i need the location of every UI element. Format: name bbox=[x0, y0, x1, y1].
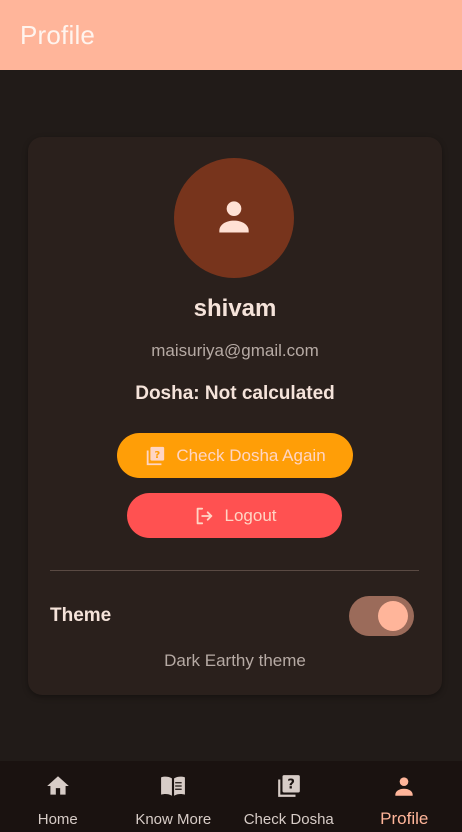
theme-name: Dark Earthy theme bbox=[164, 651, 306, 670]
logout-button[interactable]: Logout bbox=[127, 493, 342, 538]
home-icon bbox=[45, 773, 71, 804]
profile-card: shivam maisuriya@gmail.com Dosha: Not ca… bbox=[28, 137, 442, 695]
user-name: shivam bbox=[193, 295, 277, 322]
person-icon bbox=[391, 773, 417, 804]
nav-label-home: Home bbox=[37, 811, 78, 828]
theme-toggle[interactable] bbox=[349, 596, 414, 636]
toggle-knob bbox=[378, 601, 408, 631]
book-icon bbox=[158, 773, 188, 804]
check-dosha-again-label: Check Dosha Again bbox=[176, 445, 326, 465]
divider bbox=[50, 570, 419, 571]
check-dosha-again-button[interactable]: ? Check Dosha Again bbox=[117, 433, 353, 478]
nav-item-home[interactable]: Home bbox=[0, 761, 116, 832]
nav-item-profile[interactable]: Profile bbox=[347, 761, 462, 832]
nav-label-check-dosha: Check Dosha bbox=[243, 811, 334, 828]
app-bar: Profile bbox=[0, 0, 462, 70]
quiz-icon: ? bbox=[276, 773, 302, 804]
nav-label-know-more: Know More bbox=[135, 811, 212, 828]
avatar bbox=[174, 158, 294, 278]
nav-item-check-dosha[interactable]: ? Check Dosha bbox=[231, 761, 347, 832]
svg-text:?: ? bbox=[155, 449, 161, 460]
theme-label: Theme bbox=[50, 605, 112, 626]
bottom-nav: Home Know More ? Check Dosha Profile bbox=[0, 761, 462, 832]
person-icon bbox=[212, 194, 256, 243]
page-title: Profile bbox=[20, 19, 96, 50]
nav-label-profile: Profile bbox=[380, 809, 429, 828]
logout-icon bbox=[193, 505, 215, 527]
quiz-icon: ? bbox=[144, 445, 166, 467]
logout-label: Logout bbox=[224, 505, 277, 525]
dosha-status: Dosha: Not calculated bbox=[135, 383, 335, 404]
user-email: maisuriya@gmail.com bbox=[151, 341, 319, 360]
nav-item-know-more[interactable]: Know More bbox=[116, 761, 232, 832]
svg-text:?: ? bbox=[287, 778, 295, 793]
